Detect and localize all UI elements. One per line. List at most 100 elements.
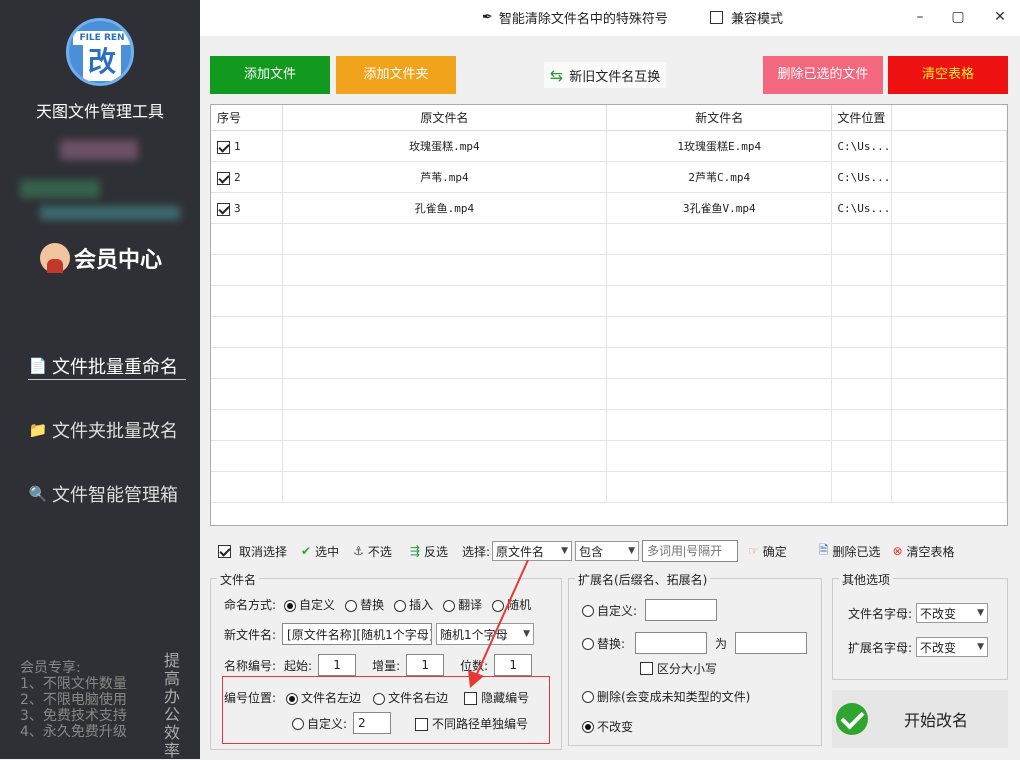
- mode-translate-radio[interactable]: 翻译: [443, 596, 482, 613]
- ext-custom-radio[interactable]: 自定义:: [582, 602, 637, 619]
- table-header: 序号 原文件名 新文件名 文件位置: [211, 105, 1007, 131]
- radio-dot: [582, 720, 594, 733]
- confirm-button[interactable]: ☞ 确定: [748, 539, 787, 563]
- ext-case-checkbox[interactable]: 区分大小写: [640, 660, 717, 677]
- member-center-button[interactable]: 会员中心: [40, 242, 162, 274]
- ext-replace-row: 替换: 为: [582, 632, 808, 654]
- pos-right-radio[interactable]: 文件名右边: [373, 689, 448, 706]
- mode-label: 随机: [507, 598, 532, 612]
- ext-replace-radio[interactable]: 替换:: [582, 635, 625, 652]
- pos-custom-label: 自定义:: [307, 716, 348, 731]
- mode-random-radio[interactable]: 随机: [492, 596, 531, 613]
- ext-unchanged-label: 不改变: [597, 720, 634, 734]
- compat-mode-checkbox[interactable]: 兼容模式: [710, 8, 783, 27]
- match-select[interactable]: 包含 ▼: [575, 541, 639, 561]
- chevron-down-icon: ▼: [523, 629, 531, 639]
- check-circle-icon: ✔: [301, 544, 312, 558]
- number-position-row: 编号位置: 文件名左边 文件名右边 隐藏编号: [224, 689, 529, 706]
- radio-dot: [582, 690, 594, 703]
- clear-table-small-button[interactable]: ⊗ 清空表格: [892, 539, 954, 563]
- select-button[interactable]: ✔ 选中: [301, 539, 339, 563]
- invert-button[interactable]: ⇶ 反选: [410, 539, 448, 563]
- orig-name-cell: 孔雀鱼.mp4: [283, 193, 607, 223]
- delete-selected-label: 删除已选: [832, 544, 881, 559]
- add-folder-button[interactable]: 添加文件夹: [336, 56, 456, 94]
- close-button[interactable]: ✕: [988, 6, 1012, 28]
- col-header-loc[interactable]: 文件位置: [832, 105, 893, 130]
- ext-replace-to-input[interactable]: [735, 632, 808, 654]
- maximize-button[interactable]: ▢: [946, 6, 970, 28]
- anchor-icon: ⚓: [353, 544, 364, 558]
- delete-selected-files-button[interactable]: 删除已选的文件: [763, 56, 883, 94]
- number-position-label: 编号位置:: [224, 691, 277, 705]
- minimize-button[interactable]: –: [908, 6, 932, 28]
- row-checkbox[interactable]: [217, 171, 230, 185]
- new-filename-label: 新文件名:: [224, 627, 277, 642]
- sidebar: FILE REN 改 天图文件管理工具 会员中心 📄 文件批量重命名 📁 文件夹…: [0, 0, 200, 760]
- digits-label: 位数:: [460, 658, 489, 673]
- cancel-select-checkbox[interactable]: 取消选择: [218, 539, 287, 563]
- separate-numbering-checkbox[interactable]: 不同路径单独编号: [415, 715, 528, 732]
- other-options-group: 其他选项: [832, 571, 1008, 680]
- col-header-orig[interactable]: 原文件名: [283, 105, 607, 130]
- custom-position-input[interactable]: 2: [353, 712, 392, 734]
- member-center-label: 会员中心: [74, 247, 163, 273]
- mode-insert-radio[interactable]: 插入: [394, 596, 433, 613]
- ext-delete-radio[interactable]: 删除(会变成未知类型的文件): [582, 688, 750, 705]
- col-header-no[interactable]: 序号: [211, 105, 283, 130]
- new-filename-input[interactable]: [原文件名称][随机1个字母]: [282, 623, 433, 645]
- invert-icon: ⇶: [409, 544, 420, 558]
- insert-token-select[interactable]: 随机1个字母 ▼: [436, 623, 535, 645]
- hide-number-label: 隐藏编号: [481, 691, 530, 705]
- keyword-input[interactable]: [642, 540, 738, 562]
- table-row[interactable]: 3 孔雀鱼.mp4 3孔雀鱼V.mp4 C:\Us...: [211, 193, 1007, 224]
- swap-names-button[interactable]: ⇆ 新旧文件名互换: [544, 62, 666, 88]
- row-no-cell: 1: [211, 131, 283, 161]
- promo-line: 4、永久免费升级: [20, 724, 127, 740]
- ext-replace-from-input[interactable]: [635, 632, 708, 654]
- smart-clean-link[interactable]: ✒ 智能清除文件名中的特殊符号: [482, 8, 668, 27]
- empty-row: [211, 410, 1007, 441]
- naming-mode-row: 命名方式: 自定义 替换 插入 翻译 随机: [224, 596, 531, 613]
- checkbox-box: [218, 544, 231, 558]
- field-select[interactable]: 原文件名 ▼: [492, 541, 572, 561]
- pos-left-radio[interactable]: 文件名左边: [286, 689, 361, 706]
- radio-dot: [284, 599, 297, 612]
- fname-letter-select[interactable]: 不改变 ▼: [916, 603, 989, 623]
- hide-number-checkbox[interactable]: 隐藏编号: [464, 689, 529, 706]
- clear-table-button[interactable]: 清空表格: [888, 56, 1008, 94]
- confirm-label: 确定: [762, 544, 787, 559]
- mode-custom-radio[interactable]: 自定义: [284, 596, 335, 613]
- ext-letter-select[interactable]: 不改变 ▼: [916, 637, 989, 657]
- digits-input[interactable]: 1: [494, 654, 533, 676]
- nav-batch-rename-files[interactable]: 📄 文件批量重命名: [28, 352, 186, 380]
- table-row[interactable]: 2 芦苇.mp4 2芦苇C.mp4 C:\Us...: [211, 162, 1007, 193]
- ext-to-label: 为: [715, 636, 728, 651]
- swap-icon: ⇆: [549, 65, 564, 85]
- start-rename-button[interactable]: 开始改名: [832, 690, 1008, 748]
- ext-custom-input[interactable]: [645, 599, 718, 621]
- nav-smart-file-manager[interactable]: 🔍 文件智能管理箱: [28, 480, 178, 508]
- ext-custom-label: 自定义:: [597, 603, 638, 618]
- add-file-button[interactable]: 添加文件: [210, 56, 330, 94]
- row-checkbox[interactable]: [217, 202, 230, 216]
- ext-unchanged-radio[interactable]: 不改变: [582, 718, 633, 735]
- member-avatar-icon: [40, 243, 70, 273]
- fname-letter-label: 文件名字母:: [848, 606, 913, 621]
- increment-input[interactable]: 1: [406, 654, 445, 676]
- fname-letter-row: 文件名字母: 不改变 ▼: [848, 603, 989, 623]
- table-row[interactable]: 1 玫瑰蛋糕.mp4 1玫瑰蛋糕E.mp4 C:\Us...: [211, 131, 1007, 162]
- nav-batch-rename-folders[interactable]: 📁 文件夹批量改名: [28, 416, 178, 444]
- unselect-button[interactable]: ⚓ 不选: [353, 539, 392, 563]
- mode-replace-radio[interactable]: 替换: [345, 596, 384, 613]
- pos-custom-radio[interactable]: 自定义:: [292, 715, 347, 732]
- row-checkbox[interactable]: [217, 140, 230, 154]
- fname-letter-value: 不改变: [920, 606, 957, 621]
- close-circle-icon: ⊗: [892, 544, 903, 558]
- delete-selected-button[interactable]: 🗎 删除已选: [819, 539, 881, 563]
- other-options-title: 其他选项: [839, 571, 894, 588]
- radio-dot: [582, 605, 594, 617]
- clear-table-label: 清空表格: [906, 544, 955, 559]
- col-header-new[interactable]: 新文件名: [607, 105, 833, 130]
- start-input[interactable]: 1: [318, 654, 357, 676]
